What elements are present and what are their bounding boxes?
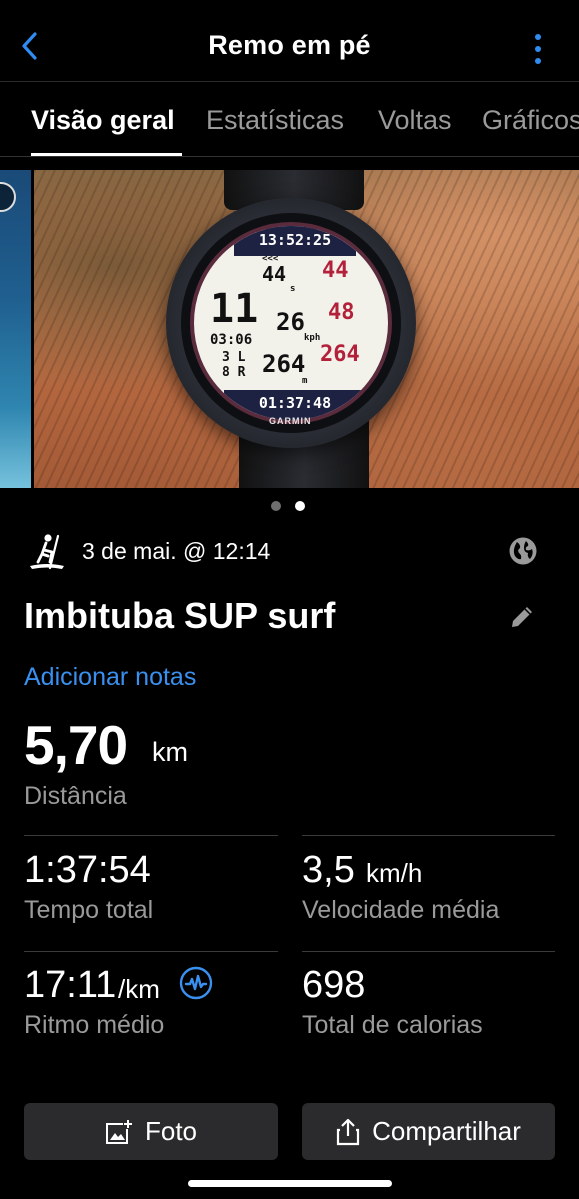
previous-photo-map[interactable] bbox=[0, 170, 31, 488]
home-indicator[interactable] bbox=[188, 1180, 392, 1187]
vertical-dots-icon-dot bbox=[535, 58, 541, 64]
avg-speed-value: 3,5 bbox=[302, 849, 355, 891]
share-label: Compartilhar bbox=[372, 1116, 521, 1146]
tab-bar: Visão geral Estatísticas Voltas Gráficos bbox=[0, 83, 579, 157]
watch-mid-unit: kph bbox=[304, 333, 321, 343]
distance-label: Distância bbox=[24, 782, 127, 810]
watch-strokes-left: 3 L bbox=[222, 350, 246, 365]
avg-speed-label: Velocidade média bbox=[302, 896, 500, 924]
watch-elapsed: 01:37:48 bbox=[258, 394, 332, 412]
vertical-dots-icon-dot bbox=[535, 46, 541, 52]
watch-time-small: 03:06 bbox=[210, 332, 253, 348]
divider bbox=[24, 951, 278, 952]
more-options-button[interactable] bbox=[528, 30, 548, 70]
watch-left-big: 11 bbox=[210, 286, 259, 332]
total-time-label: Tempo total bbox=[24, 896, 154, 924]
garmin-logo: GARMIN bbox=[269, 416, 312, 426]
divider bbox=[24, 835, 278, 836]
avg-pace-unit: /km bbox=[118, 974, 160, 1004]
activity-date: 3 de mai. @ 12:14 bbox=[82, 538, 271, 564]
photo-carousel[interactable]: 13:52:25 <<< 44 s 44 11 26 kph 48 03:06 … bbox=[0, 170, 579, 488]
active-tab-indicator bbox=[31, 153, 182, 156]
tab-overview[interactable]: Visão geral bbox=[31, 105, 175, 136]
watch-strokes-right: 8 R bbox=[222, 365, 246, 380]
activity-meta-row: 3 de mai. @ 12:14 bbox=[24, 530, 555, 572]
watch-top-mid-unit: s bbox=[290, 284, 296, 294]
add-photo-icon bbox=[105, 1118, 133, 1144]
distance-value: 5,70 bbox=[24, 714, 128, 776]
page-dot-1[interactable] bbox=[271, 501, 281, 511]
calories-label: Total de calorias bbox=[302, 1011, 483, 1039]
activity-name: Imbituba SUP surf bbox=[24, 595, 336, 636]
stand-up-paddle-icon bbox=[30, 534, 64, 570]
pencil-icon[interactable] bbox=[508, 603, 536, 631]
tab-charts[interactable]: Gráficos bbox=[482, 105, 579, 136]
add-notes-link[interactable]: Adicionar notas bbox=[24, 663, 196, 692]
share-button[interactable]: Compartilhar bbox=[302, 1103, 555, 1160]
add-photo-label: Foto bbox=[144, 1116, 198, 1146]
watch-mid: 26 bbox=[276, 308, 305, 336]
distance-unit: km bbox=[152, 737, 188, 767]
divider bbox=[302, 835, 555, 836]
divider bbox=[302, 951, 555, 952]
carousel-page-indicator bbox=[271, 501, 311, 511]
globe-icon[interactable] bbox=[508, 536, 538, 566]
tab-laps[interactable]: Voltas bbox=[378, 105, 452, 136]
vertical-dots-icon bbox=[535, 34, 541, 40]
avg-pace-value: 17:11 bbox=[24, 964, 117, 1006]
watch-top-mid: 44 bbox=[262, 262, 287, 286]
activity-photo[interactable]: 13:52:25 <<< 44 s 44 11 26 kph 48 03:06 … bbox=[34, 170, 579, 488]
navigation-bar: Remo em pé bbox=[0, 0, 579, 82]
avg-speed-unit: km/h bbox=[366, 858, 423, 888]
total-time-value: 1:37:54 bbox=[24, 849, 151, 891]
map-badge-icon bbox=[0, 182, 16, 212]
add-photo-button[interactable]: Foto bbox=[24, 1103, 278, 1160]
watch-face: 13:52:25 <<< 44 s 44 11 26 kph 48 03:06 … bbox=[190, 222, 392, 424]
share-icon bbox=[336, 1118, 360, 1145]
watch-top-right: 44 bbox=[322, 258, 349, 283]
watch-mid-right: 48 bbox=[328, 300, 355, 325]
heart-rate-icon[interactable] bbox=[179, 966, 213, 1000]
tab-statistics[interactable]: Estatísticas bbox=[206, 105, 344, 136]
calories-value: 698 bbox=[302, 964, 366, 1006]
avg-pace-label: Ritmo médio bbox=[24, 1011, 165, 1039]
page-dot-2[interactable] bbox=[295, 501, 305, 511]
watch-clock: 13:52:25 bbox=[258, 231, 332, 249]
watch-clock-bar: 13:52:25 bbox=[234, 226, 356, 256]
watch-bottom-mid: 264 bbox=[262, 350, 306, 378]
watch-bottom-right: 264 bbox=[320, 342, 360, 367]
watch-bottom-mid-unit: m bbox=[302, 376, 308, 386]
page-title: Remo em pé bbox=[208, 30, 371, 60]
